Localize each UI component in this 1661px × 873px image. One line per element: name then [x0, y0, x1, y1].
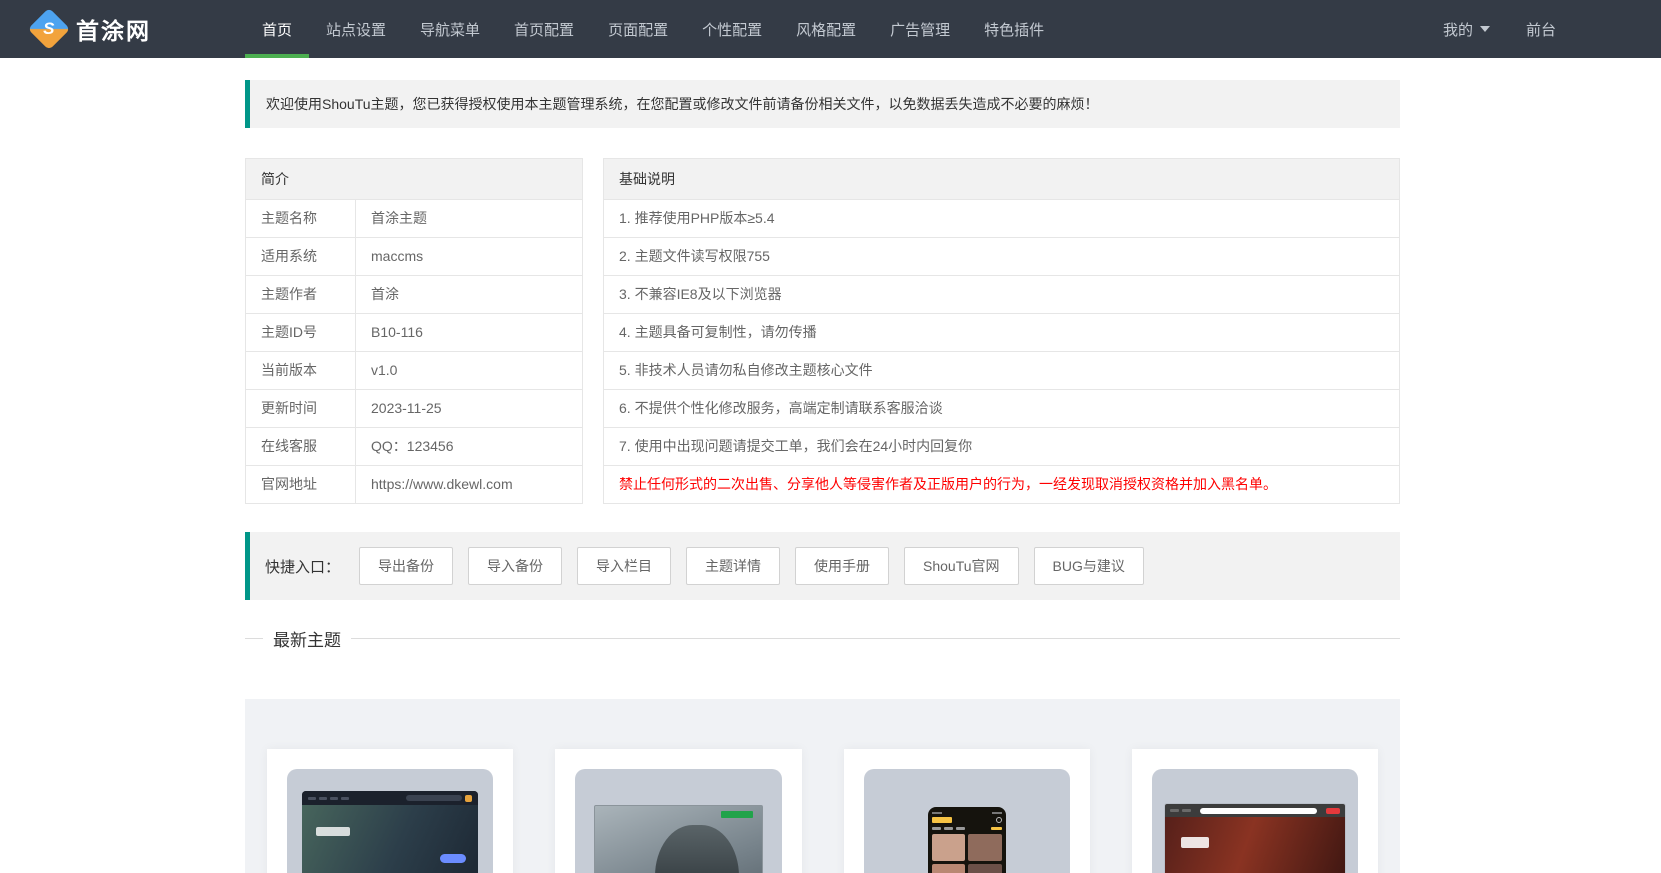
table-row: 主题名称 首涂主题 — [246, 200, 582, 238]
official-site-url: https://www.dkewl.com — [371, 476, 513, 492]
note-text: 7. 使用中出现问题请提交工单，我们会在24小时内回复你 — [619, 438, 973, 454]
notes-table: 基础说明 1. 推荐使用PHP版本≥5.4 2. 主题文件读写权限755 3. … — [603, 158, 1400, 504]
note-text: 3. 不兼容IE8及以下浏览器 — [619, 286, 782, 302]
intro-table: 简介 主题名称 首涂主题 适用系统 maccms 主题作者 首涂 主题ID号 B… — [245, 158, 583, 504]
user-manual-button[interactable]: 使用手册 — [795, 547, 890, 585]
chevron-down-icon — [1479, 26, 1490, 32]
row-label: 当前版本 — [246, 352, 356, 389]
poster-grid — [931, 834, 1002, 873]
note-text: 4. 主题具备可复制性，请勿传播 — [619, 324, 817, 340]
theme-preview-image — [927, 807, 1006, 873]
table-row: 适用系统 maccms — [246, 238, 582, 276]
row-value: 首涂主题 — [371, 210, 427, 226]
theme-thumbnail — [863, 769, 1070, 873]
nav-item-style-config[interactable]: 风格配置 — [779, 0, 873, 58]
note-text: 2. 主题文件读写权限755 — [619, 248, 770, 264]
main-menu: 首页 站点设置 导航菜单 首页配置 页面配置 个性配置 风格配置 广告管理 特色… — [245, 0, 1061, 58]
theme-card-light-desktop[interactable] — [1131, 749, 1378, 873]
table-row: 在线客服 QQ：123456 — [246, 428, 582, 466]
nav-item-nav-menu[interactable]: 导航菜单 — [403, 0, 497, 58]
theme-preview-image — [593, 805, 763, 873]
welcome-banner: 欢迎使用ShouTu主题，您已获得授权使用本主题管理系统，在您配置或修改文件前请… — [245, 80, 1400, 128]
table-row: 主题作者 首涂 — [246, 276, 582, 314]
welcome-text: 欢迎使用ShouTu主题，您已获得授权使用本主题管理系统，在您配置或修改文件前请… — [266, 96, 1099, 112]
note-row: 2. 主题文件读写权限755 — [604, 238, 1399, 276]
row-label: 在线客服 — [246, 428, 356, 465]
note-row: 6. 不提供个性化修改服务，高端定制请联系客服洽谈 — [604, 390, 1399, 428]
main-content: 欢迎使用ShouTu主题，您已获得授权使用本主题管理系统，在您配置或修改文件前请… — [245, 80, 1400, 873]
row-label: 主题名称 — [246, 200, 356, 237]
note-row: 3. 不兼容IE8及以下浏览器 — [604, 276, 1399, 314]
site-logo[interactable]: S 首涂网 — [0, 0, 245, 58]
row-value: B10-116 — [371, 324, 423, 340]
import-columns-button[interactable]: 导入栏目 — [577, 547, 672, 585]
note-row: 1. 推荐使用PHP版本≥5.4 — [604, 200, 1399, 238]
note-text: 5. 非技术人员请勿私自修改主题核心文件 — [619, 362, 873, 378]
theme-detail-button[interactable]: 主题详情 — [686, 547, 781, 585]
nav-item-home[interactable]: 首页 — [245, 0, 310, 58]
nav-item-ad-management[interactable]: 广告管理 — [873, 0, 967, 58]
nav-item-home-config[interactable]: 首页配置 — [497, 0, 591, 58]
latest-themes-title: 最新主题 — [273, 631, 341, 650]
row-value: 2023-11-25 — [371, 400, 442, 416]
note-row: 7. 使用中出现问题请提交工单，我们会在24小时内回复你 — [604, 428, 1399, 466]
table-row: 官网地址 https://www.dkewl.com — [246, 466, 582, 503]
table-row: 更新时间 2023-11-25 — [246, 390, 582, 428]
license-warning-text: 禁止任何形式的二次出售、分享他人等侵害作者及正版用户的行为，一经发现取消授权资格… — [619, 476, 1277, 492]
theme-card-mobile-app[interactable] — [843, 749, 1090, 873]
navbar-right: 我的 前台 — [1443, 0, 1661, 58]
row-label: 更新时间 — [246, 390, 356, 427]
row-label: 主题作者 — [246, 276, 356, 313]
quick-entry-section: 快捷入口： 导出备份 导入备份 导入栏目 主题详情 使用手册 ShouTu官网 … — [245, 532, 1400, 600]
search-icon — [995, 817, 1002, 823]
shoutu-official-site-button[interactable]: ShouTu官网 — [904, 547, 1019, 585]
bug-suggestion-button[interactable]: BUG与建议 — [1033, 547, 1144, 585]
nav-item-personal-config[interactable]: 个性配置 — [685, 0, 779, 58]
note-text: 1. 推荐使用PHP版本≥5.4 — [619, 210, 775, 226]
row-value: 首涂 — [371, 286, 399, 302]
theme-thumbnail — [287, 769, 494, 873]
latest-themes-panel — [245, 699, 1400, 873]
note-text: 6. 不提供个性化修改服务，高端定制请联系客服洽谈 — [619, 400, 943, 416]
theme-thumbnail — [575, 769, 782, 873]
theme-preview-image — [1164, 803, 1346, 873]
row-value: QQ：123456 — [371, 438, 454, 454]
nav-item-page-config[interactable]: 页面配置 — [591, 0, 685, 58]
theme-preview-image — [302, 791, 478, 873]
row-value: maccms — [371, 248, 424, 264]
note-row: 4. 主题具备可复制性，请勿传播 — [604, 314, 1399, 352]
row-label: 官网地址 — [246, 466, 356, 503]
logo-text: 首涂网 — [76, 18, 151, 44]
note-row: 禁止任何形式的二次出售、分享他人等侵害作者及正版用户的行为，一经发现取消授权资格… — [604, 466, 1399, 503]
logo-diamond-icon: S — [27, 7, 71, 51]
latest-themes-divider: 最新主题 — [245, 626, 1400, 651]
nav-item-site-settings[interactable]: 站点设置 — [309, 0, 403, 58]
export-backup-button[interactable]: 导出备份 — [359, 547, 454, 585]
intro-table-header: 简介 — [246, 159, 582, 200]
theme-thumbnail — [1151, 769, 1358, 873]
notes-table-header: 基础说明 — [604, 159, 1399, 200]
player-logo-badge — [720, 811, 753, 818]
note-row: 5. 非技术人员请勿私自修改主题核心文件 — [604, 352, 1399, 390]
row-label: 主题ID号 — [246, 314, 356, 351]
top-navbar: S 首涂网 首页 站点设置 导航菜单 首页配置 页面配置 个性配置 风格配置 广… — [0, 0, 1661, 58]
theme-card-video-player[interactable] — [555, 749, 802, 873]
quick-entry-label: 快捷入口： — [265, 558, 341, 576]
nav-item-featured-plugins[interactable]: 特色插件 — [967, 0, 1061, 58]
row-label: 适用系统 — [246, 238, 356, 275]
table-row: 主题ID号 B10-116 — [246, 314, 582, 352]
frontend-link[interactable]: 前台 — [1526, 19, 1556, 40]
info-tables: 简介 主题名称 首涂主题 适用系统 maccms 主题作者 首涂 主题ID号 B… — [245, 158, 1400, 504]
table-row: 当前版本 v1.0 — [246, 352, 582, 390]
import-backup-button[interactable]: 导入备份 — [468, 547, 563, 585]
row-value: v1.0 — [371, 362, 398, 378]
theme-card-dark-desktop[interactable] — [267, 749, 514, 873]
my-dropdown[interactable]: 我的 — [1443, 19, 1490, 40]
